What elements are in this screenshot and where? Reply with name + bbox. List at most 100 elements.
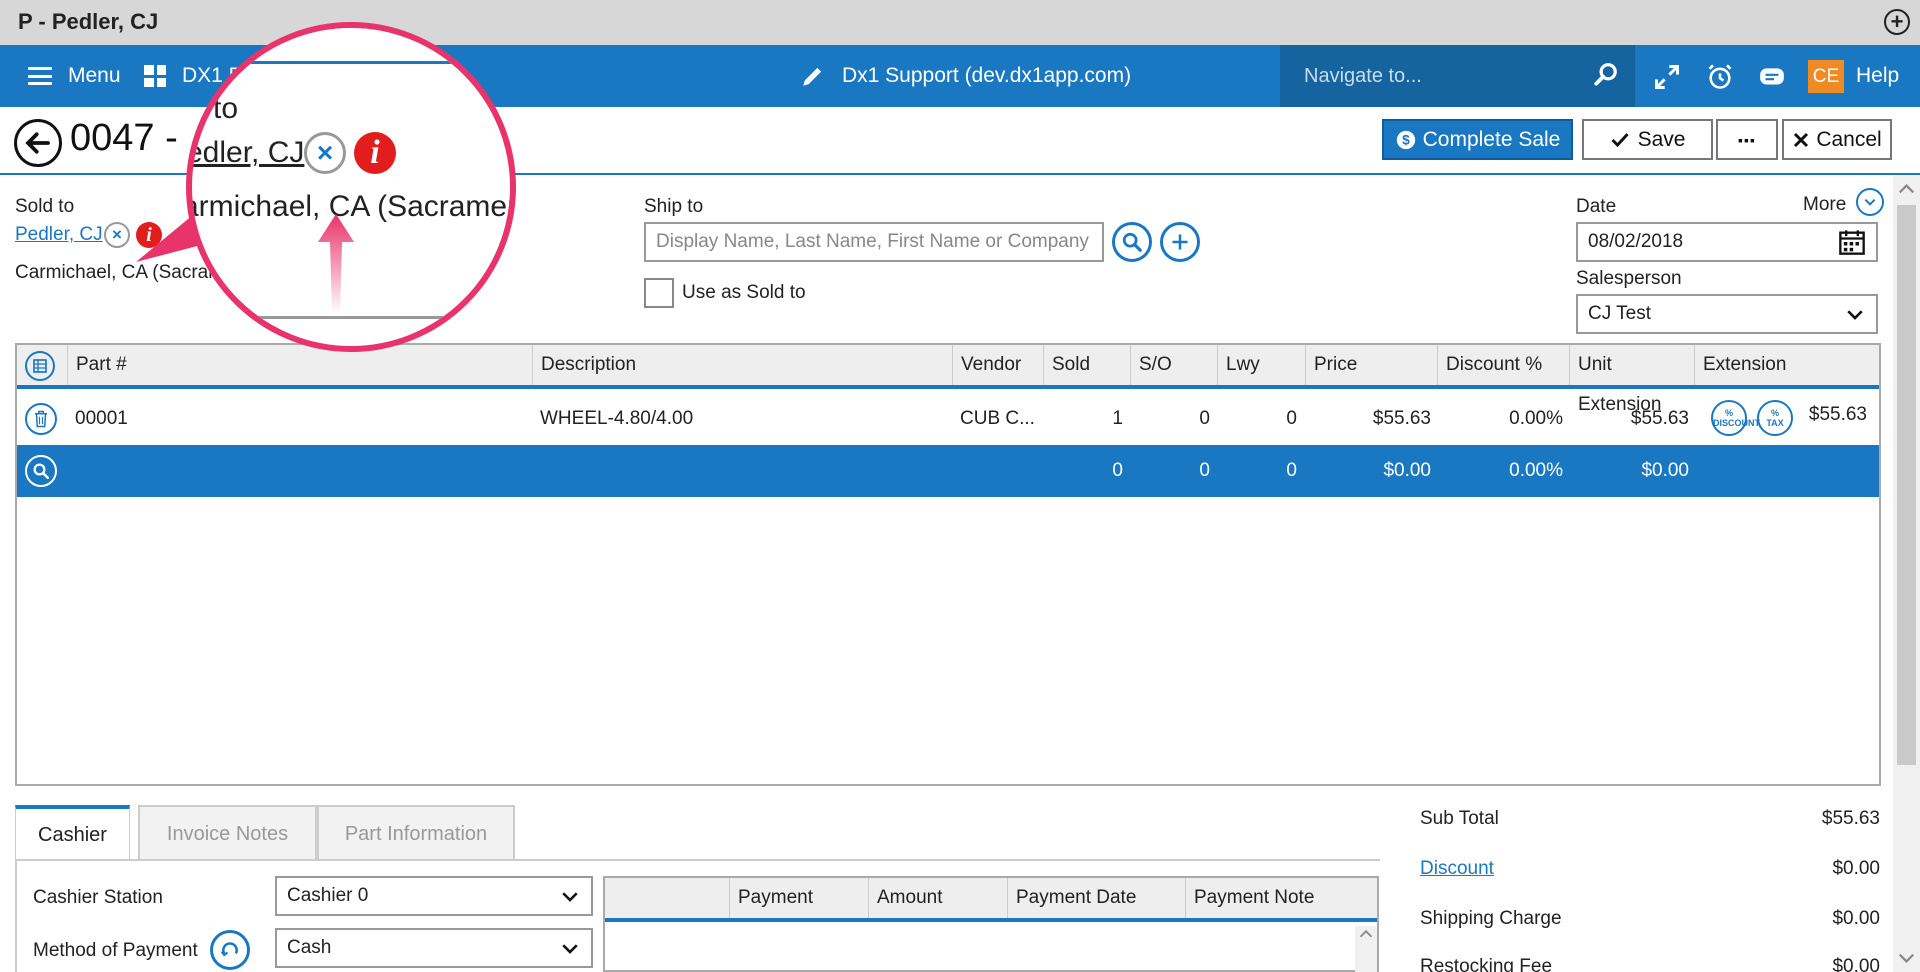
discount-badge-icon[interactable]: % DISCOUNT: [1711, 400, 1760, 436]
date-value: 08/02/2018: [1588, 231, 1684, 252]
tab-cashier[interactable]: Cashier: [15, 805, 130, 861]
search-icon[interactable]: [25, 455, 57, 487]
chevron-down-icon: [1847, 310, 1863, 320]
col-part[interactable]: Part #: [67, 345, 532, 385]
more-actions-button[interactable]: ▪▪▪: [1716, 119, 1778, 160]
chevron-down-icon[interactable]: [1856, 188, 1884, 216]
search-icon: [1122, 232, 1142, 252]
shipping-value: $0.00: [1832, 908, 1880, 929]
help-link[interactable]: Help: [1856, 45, 1899, 107]
chevron-down-icon: [562, 944, 578, 954]
col-sold[interactable]: Sold: [1043, 345, 1130, 385]
menu-button[interactable]: Menu: [28, 45, 121, 107]
cell-part: 00001: [75, 408, 128, 429]
parts-grid: Part # Description Vendor Sold S/O Lwy P…: [15, 343, 1881, 786]
back-button[interactable]: [14, 119, 62, 167]
alarm-clock-icon[interactable]: [1706, 63, 1734, 91]
trash-icon[interactable]: [25, 403, 57, 435]
date-input[interactable]: 08/02/2018: [1576, 222, 1878, 262]
new-item-row[interactable]: 0 0 0 $0.00 0.00% $0.00: [17, 445, 1879, 497]
use-as-sold-to-label: Use as Sold to: [682, 282, 806, 303]
chevron-down-icon: [562, 892, 578, 902]
search-icon[interactable]: [1593, 62, 1619, 88]
calendar-icon[interactable]: [1838, 228, 1866, 256]
magnifier-label: d to: [188, 92, 239, 125]
plus-icon: [1172, 234, 1188, 250]
use-as-sold-to-checkbox[interactable]: [644, 278, 674, 308]
user-avatar[interactable]: CE: [1808, 60, 1844, 93]
chat-icon[interactable]: [1758, 63, 1786, 91]
cell-description: WHEEL-4.80/4.00: [540, 408, 694, 429]
col-payment-note[interactable]: Payment Note: [1185, 878, 1379, 918]
clear-customer-icon[interactable]: ×: [104, 222, 130, 248]
new-discount[interactable]: 0.00%: [1437, 445, 1563, 497]
tax-badge-icon[interactable]: % TAX: [1757, 400, 1793, 436]
ship-to-search-button[interactable]: [1112, 222, 1152, 262]
col-extension[interactable]: Extension: [1694, 345, 1870, 385]
method-of-payment-value: Cash: [287, 937, 332, 958]
restocking-value: $0.00: [1832, 956, 1880, 972]
magnifier-grid-edge: [192, 316, 510, 319]
scrollbar-thumb[interactable]: [1897, 205, 1916, 765]
navigate-search: [1280, 45, 1635, 107]
column-chooser-icon[interactable]: [25, 351, 55, 381]
cancel-label: Cancel: [1816, 127, 1882, 151]
expand-icon[interactable]: [1653, 63, 1681, 91]
cell-price[interactable]: $55.63: [1305, 393, 1431, 445]
complete-sale-label: Complete Sale: [1422, 127, 1561, 151]
apps-grid-icon: [144, 65, 166, 87]
table-row[interactable]: 00001 WHEEL-4.80/4.00 CUB C... 1 0 0 $55…: [17, 393, 1879, 445]
col-payment-select: [605, 878, 729, 918]
col-unit-extension[interactable]: Unit Extension: [1569, 345, 1694, 415]
page-scrollbar[interactable]: [1893, 175, 1920, 972]
col-discount[interactable]: Discount %: [1437, 345, 1569, 385]
ship-to-input[interactable]: Display Name, Last Name, First Name or C…: [644, 222, 1104, 262]
save-button[interactable]: Save: [1582, 119, 1713, 160]
salesperson-select[interactable]: CJ Test: [1576, 294, 1878, 334]
col-amount[interactable]: Amount: [868, 878, 1007, 918]
new-sold[interactable]: 0: [1043, 445, 1123, 497]
pencil-icon: [803, 67, 822, 86]
add-tab-icon[interactable]: +: [1884, 9, 1910, 35]
sold-to-label: Sold to: [15, 196, 75, 217]
cashier-station-select[interactable]: Cashier 0: [275, 876, 593, 916]
tab-part-information[interactable]: Part Information: [317, 805, 515, 861]
cell-unit-extension: $55.63: [1630, 408, 1689, 429]
ellipsis-icon: ▪▪▪: [1738, 131, 1756, 148]
col-lwy[interactable]: Lwy: [1217, 345, 1305, 385]
new-lwy[interactable]: 0: [1217, 445, 1297, 497]
ship-to-add-button[interactable]: [1160, 222, 1200, 262]
restocking-label: Restocking Fee: [1420, 956, 1553, 972]
salesperson-value: CJ Test: [1588, 303, 1652, 324]
page-title: 0047 -: [70, 117, 178, 159]
customer-link[interactable]: Pedler, CJ: [15, 224, 103, 246]
new-so[interactable]: 0: [1130, 445, 1210, 497]
complete-sale-button[interactable]: $ Complete Sale: [1382, 119, 1573, 160]
date-label: Date: [1576, 196, 1617, 217]
discount-link[interactable]: Discount: [1420, 858, 1494, 880]
cell-sold[interactable]: 1: [1043, 393, 1123, 445]
tab-invoice-notes[interactable]: Invoice Notes: [138, 805, 317, 861]
arrow-left-icon: [25, 132, 50, 154]
method-of-payment-select[interactable]: Cash: [275, 928, 593, 968]
col-description[interactable]: Description: [532, 345, 952, 385]
cell-so[interactable]: 0: [1130, 393, 1210, 445]
chevron-up-icon[interactable]: [1893, 177, 1920, 201]
site-indicator[interactable]: Dx1 Support (dev.dx1app.com): [800, 45, 1131, 107]
new-price[interactable]: $0.00: [1305, 445, 1431, 497]
col-price[interactable]: Price: [1305, 345, 1437, 385]
cancel-button[interactable]: Cancel: [1782, 119, 1892, 160]
more-label[interactable]: More: [1803, 194, 1846, 216]
customer-info-icon[interactable]: i: [136, 222, 162, 248]
col-payment-date[interactable]: Payment Date: [1007, 878, 1185, 918]
refresh-icon[interactable]: [210, 930, 250, 970]
cell-discount[interactable]: 0.00%: [1437, 393, 1563, 445]
col-so[interactable]: S/O: [1130, 345, 1217, 385]
col-payment[interactable]: Payment: [729, 878, 868, 918]
cell-lwy[interactable]: 0: [1217, 393, 1297, 445]
payments-scrollbar[interactable]: [1355, 926, 1377, 972]
window-title: P - Pedler, CJ: [18, 9, 159, 34]
navigate-input[interactable]: [1304, 59, 1574, 93]
col-vendor[interactable]: Vendor: [952, 345, 1043, 385]
chevron-down-icon[interactable]: [1893, 946, 1920, 970]
